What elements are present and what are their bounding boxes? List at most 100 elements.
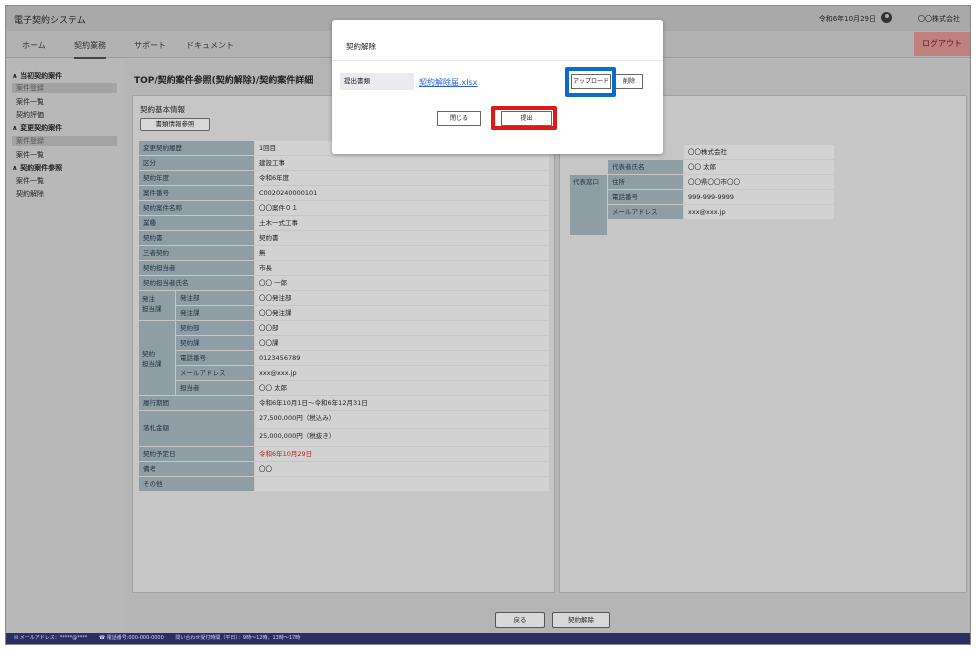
row-value: 〇〇課: [255, 336, 549, 350]
table-row: 契約担当者 市長: [139, 260, 549, 275]
sidebar: ∧ 当初契約案件 案件登録 案件一覧 契約評価 ∧ 変更契約案件 案件登録 案件…: [6, 59, 124, 633]
row-value: 〇〇: [255, 462, 549, 476]
document-info-button[interactable]: 書類情報参照: [140, 118, 210, 131]
sidebar-head-initial[interactable]: ∧ 当初契約案件: [12, 71, 62, 81]
row-label: 契約課: [176, 336, 254, 350]
row-label: 案件番号: [139, 186, 254, 200]
row-label: 業種: [139, 216, 254, 230]
row-label: 契約部: [176, 321, 254, 335]
group-label: 発注 担当課: [142, 295, 162, 313]
table-row: 契約年度 令和6年度: [139, 170, 549, 185]
row-value: 令和6年10月29日: [255, 447, 549, 461]
logout-button[interactable]: ログアウト: [914, 32, 970, 56]
sidebar-item-change-list[interactable]: 案件一覧: [16, 150, 44, 160]
row-label: 担当者: [176, 381, 254, 395]
breadcrumb: TOP/契約案件参照(契約解除)/契約案件詳細: [134, 76, 314, 86]
row-value: 〇〇部: [255, 321, 549, 335]
footer: ✉ メールアドレス：*****@**** ☎ 電話番号:000-000-0000…: [6, 633, 970, 644]
table-row: 契約案件名称 〇〇案件０１: [139, 200, 549, 215]
current-date: 令和6年10月29日: [818, 15, 876, 23]
row-value: 〇〇案件０１: [255, 201, 549, 215]
row-label: 発注部: [176, 291, 254, 305]
rep-contact-group: 代表窓口: [570, 175, 607, 235]
row-value: 無: [255, 246, 549, 260]
row-value: 〇〇 太郎: [684, 160, 834, 174]
row-value: 0123456789: [255, 351, 549, 365]
row-label: メールアドレス: [176, 366, 254, 380]
table-row: 業種 土木一式工事: [139, 215, 549, 230]
row-value: 25,000,000円（税抜き）: [255, 429, 549, 446]
tab-documents[interactable]: ドキュメント: [186, 40, 234, 51]
table-row: 案件番号 C00202400001​01: [139, 185, 549, 200]
sidebar-head-reference[interactable]: ∧ 契約案件参照: [12, 163, 62, 173]
row-value: 土木一式工事: [255, 216, 549, 230]
tab-home[interactable]: ホーム: [22, 40, 46, 51]
row-label: 変更契約履歴: [139, 141, 254, 155]
row-label: 契約案件名称: [139, 201, 254, 215]
modal-divider: [332, 60, 663, 61]
row-value: xxx@xxx.jp: [684, 205, 834, 219]
app-title: 電子契約システム: [14, 16, 86, 26]
table-row: 三者契約 無: [139, 245, 549, 260]
footer-mail: ✉ メールアドレス：*****@****: [14, 635, 88, 641]
user-name: 〇〇株式会社: [918, 15, 960, 23]
row-value: [255, 477, 549, 491]
row-value: 〇〇 太郎: [255, 381, 549, 395]
group-label: 契約 担当課: [142, 350, 162, 368]
sidebar-item-ref-list[interactable]: 案件一覧: [16, 176, 44, 186]
upload-highlight: [565, 67, 616, 97]
sidebar-item-evaluation[interactable]: 契約評価: [16, 110, 44, 120]
row-label: 契約書: [139, 231, 254, 245]
row-value: 27,500,000円（税込み）: [255, 411, 549, 428]
row-label: 備考: [139, 462, 254, 476]
row-value: C00202400001​01: [255, 186, 549, 200]
row-value: 999-999-9999: [684, 190, 834, 204]
row-value: 建設工事: [255, 156, 549, 170]
close-button[interactable]: 閉じる: [437, 111, 481, 126]
table-row: 契約担当者氏名 〇〇 一郎: [139, 275, 549, 290]
user-icon[interactable]: [881, 12, 892, 23]
sidebar-item-change-register[interactable]: 案件登録: [12, 136, 117, 146]
row-label: 区分: [139, 156, 254, 170]
ordering-dept-group: 発注 担当課: [139, 291, 175, 320]
sidebar-item-cancel[interactable]: 契約解除: [16, 189, 44, 199]
row-label: 電話番号: [608, 190, 683, 204]
tab-contract-work[interactable]: 契約業務: [74, 40, 106, 59]
contract-cancel-button[interactable]: 契約解除: [552, 612, 610, 628]
back-button[interactable]: 戻る: [495, 612, 545, 628]
row-label: 代表者氏名: [608, 160, 683, 174]
contract-dept-group: 契約 担当課: [139, 321, 175, 395]
row-value: 〇〇発注部: [255, 291, 549, 305]
row-label: 契約予定日: [139, 447, 254, 461]
row-value: 〇〇県〇〇市〇〇: [684, 175, 834, 189]
table-row: 契約書 契約書: [139, 230, 549, 245]
row-value: 令和6年度: [255, 171, 549, 185]
row-value: 契約書: [255, 231, 549, 245]
submit-highlight: [491, 106, 557, 130]
row-label: 電話番号: [176, 351, 254, 365]
footer-phone: ☎ 電話番号:000-000-0000: [98, 635, 164, 641]
row-label: 三者契約: [139, 246, 254, 260]
sidebar-item-register[interactable]: 案件登録: [12, 83, 117, 93]
row-label: 契約担当者: [139, 261, 254, 275]
contract-basic-info-panel: 契約基本情報 書類情報参照 変更契約履歴 1回目 区分 建設工事 契約年度 令和…: [132, 95, 555, 593]
delete-button[interactable]: 削除: [615, 74, 643, 89]
modal-title: 契約解除: [346, 42, 376, 51]
row-value: 〇〇発注課: [255, 306, 549, 320]
row-value: xxx@xxx.jp: [255, 366, 549, 380]
footer-hours: 問い合わせ受付時間（平日）：9時～12時、13時～17時: [175, 635, 301, 641]
row-label: 発注課: [176, 306, 254, 320]
row-value: 市長: [255, 261, 549, 275]
row-label: 契約年度: [139, 171, 254, 185]
tab-support[interactable]: サポート: [134, 40, 166, 51]
file-link[interactable]: 契約解除届.xlsx: [419, 77, 477, 88]
submission-doc-label: 提出書類: [340, 73, 414, 90]
row-label: 契約担当者氏名: [139, 276, 254, 290]
row-label: 落札金額: [139, 411, 254, 446]
row-label: メールアドレス: [608, 205, 683, 219]
table-row: 区分 建設工事: [139, 155, 549, 170]
section-title: 契約基本情報: [140, 105, 185, 114]
sidebar-item-list[interactable]: 案件一覧: [16, 97, 44, 107]
row-value: 令和6年10月1日～令和6年12月31日: [255, 396, 549, 410]
sidebar-head-change[interactable]: ∧ 変更契約案件: [12, 123, 62, 133]
